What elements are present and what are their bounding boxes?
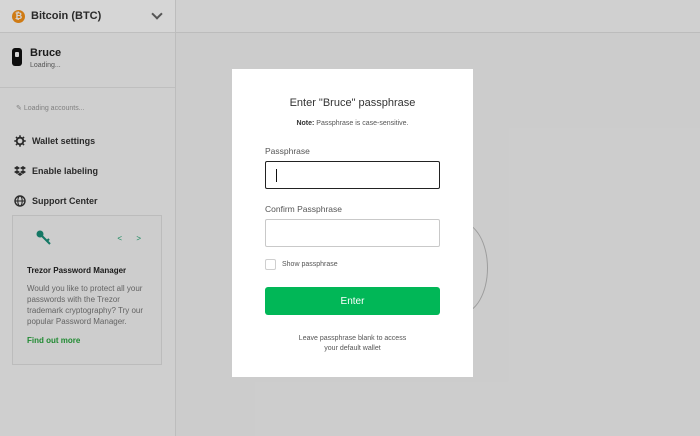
- passphrase-label: Passphrase: [265, 146, 310, 156]
- text-caret: [276, 169, 277, 182]
- confirm-passphrase-input[interactable]: [265, 219, 440, 247]
- enter-button[interactable]: Enter: [265, 287, 440, 315]
- show-passphrase-label: Show passphrase: [282, 261, 338, 268]
- note-text: Passphrase is case-sensitive.: [314, 120, 409, 127]
- show-passphrase-row[interactable]: Show passphrase: [265, 259, 440, 270]
- confirm-passphrase-label: Confirm Passphrase: [265, 204, 343, 214]
- passphrase-modal: Enter "Bruce" passphrase Note: Passphras…: [232, 69, 473, 377]
- show-passphrase-checkbox[interactable]: [265, 259, 276, 270]
- blank-passphrase-hint: Leave passphrase blank to access your de…: [265, 334, 440, 354]
- hint-line-2: your default wallet: [324, 345, 381, 352]
- note-bold: Note:: [296, 120, 315, 127]
- modal-note: Note: Passphrase is case-sensitive.: [232, 120, 473, 127]
- passphrase-form: Passphrase Confirm Passphrase Show passp…: [232, 146, 473, 354]
- passphrase-input[interactable]: [265, 161, 440, 189]
- modal-title: Enter "Bruce" passphrase: [289, 97, 416, 109]
- hint-line-1: Leave passphrase blank to access: [298, 335, 407, 342]
